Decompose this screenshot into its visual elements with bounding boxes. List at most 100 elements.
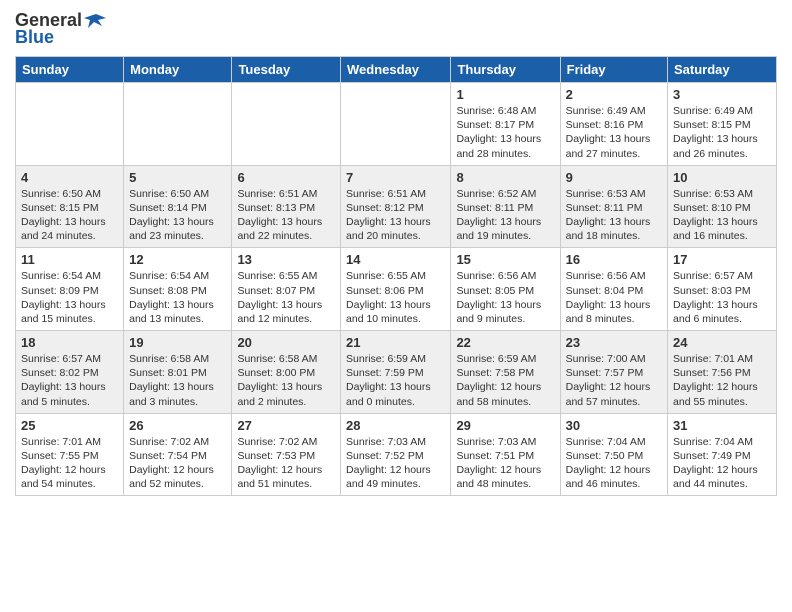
calendar-table: SundayMondayTuesdayWednesdayThursdayFrid… (15, 56, 777, 496)
calendar-cell: 15 Sunrise: 6:56 AM Sunset: 8:05 PM Dayli… (451, 248, 560, 331)
calendar-week-2: 4 Sunrise: 6:50 AM Sunset: 8:15 PM Daylig… (16, 165, 777, 248)
cell-info-text: Sunrise: 6:51 AM Sunset: 8:12 PM Dayligh… (346, 187, 445, 244)
cell-info-text: Sunrise: 7:01 AM Sunset: 7:55 PM Dayligh… (21, 435, 118, 492)
column-header-saturday: Saturday (668, 57, 777, 83)
cell-info-text: Sunrise: 7:03 AM Sunset: 7:51 PM Dayligh… (456, 435, 554, 492)
cell-day-number: 4 (21, 170, 118, 185)
cell-info-text: Sunrise: 7:03 AM Sunset: 7:52 PM Dayligh… (346, 435, 445, 492)
cell-info-text: Sunrise: 6:58 AM Sunset: 8:01 PM Dayligh… (129, 352, 226, 409)
cell-day-number: 3 (673, 87, 771, 102)
cell-info-text: Sunrise: 6:57 AM Sunset: 8:03 PM Dayligh… (673, 269, 771, 326)
cell-day-number: 24 (673, 335, 771, 350)
cell-info-text: Sunrise: 7:02 AM Sunset: 7:53 PM Dayligh… (237, 435, 335, 492)
cell-day-number: 25 (21, 418, 118, 433)
logo: General Blue (15, 10, 106, 48)
cell-info-text: Sunrise: 7:02 AM Sunset: 7:54 PM Dayligh… (129, 435, 226, 492)
calendar-cell: 19 Sunrise: 6:58 AM Sunset: 8:01 PM Dayli… (124, 331, 232, 414)
calendar-cell: 23 Sunrise: 7:00 AM Sunset: 7:57 PM Dayli… (560, 331, 667, 414)
cell-info-text: Sunrise: 6:52 AM Sunset: 8:11 PM Dayligh… (456, 187, 554, 244)
cell-day-number: 2 (566, 87, 662, 102)
calendar-cell: 20 Sunrise: 6:58 AM Sunset: 8:00 PM Dayli… (232, 331, 341, 414)
calendar-cell (232, 83, 341, 166)
cell-info-text: Sunrise: 6:50 AM Sunset: 8:15 PM Dayligh… (21, 187, 118, 244)
cell-info-text: Sunrise: 6:49 AM Sunset: 8:16 PM Dayligh… (566, 104, 662, 161)
calendar-header: SundayMondayTuesdayWednesdayThursdayFrid… (16, 57, 777, 83)
calendar-week-5: 25 Sunrise: 7:01 AM Sunset: 7:55 PM Dayli… (16, 413, 777, 496)
cell-day-number: 26 (129, 418, 226, 433)
calendar-cell: 14Sunrise: 6:55 AM Sunset: 8:06 PM Dayli… (341, 248, 451, 331)
cell-day-number: 9 (566, 170, 662, 185)
cell-info-text: Sunrise: 7:04 AM Sunset: 7:50 PM Dayligh… (566, 435, 662, 492)
column-header-sunday: Sunday (16, 57, 124, 83)
calendar-cell: 7 Sunrise: 6:51 AM Sunset: 8:12 PM Daylig… (341, 165, 451, 248)
calendar-cell: 24 Sunrise: 7:01 AM Sunset: 7:56 PM Dayli… (668, 331, 777, 414)
calendar-cell (124, 83, 232, 166)
calendar-cell: 17 Sunrise: 6:57 AM Sunset: 8:03 PM Dayli… (668, 248, 777, 331)
cell-day-number: 13 (237, 252, 335, 267)
cell-info-text: Sunrise: 6:57 AM Sunset: 8:02 PM Dayligh… (21, 352, 118, 409)
calendar-cell: 6 Sunrise: 6:51 AM Sunset: 8:13 PM Daylig… (232, 165, 341, 248)
cell-info-text: Sunrise: 6:53 AM Sunset: 8:10 PM Dayligh… (673, 187, 771, 244)
cell-day-number: 16 (566, 252, 662, 267)
calendar-cell: 1Sunrise: 6:48 AM Sunset: 8:17 PM Daylig… (451, 83, 560, 166)
cell-day-number: 10 (673, 170, 771, 185)
calendar-cell: 29 Sunrise: 7:03 AM Sunset: 7:51 PM Dayli… (451, 413, 560, 496)
calendar-cell: 26 Sunrise: 7:02 AM Sunset: 7:54 PM Dayli… (124, 413, 232, 496)
cell-day-number: 17 (673, 252, 771, 267)
cell-info-text: Sunrise: 7:00 AM Sunset: 7:57 PM Dayligh… (566, 352, 662, 409)
cell-info-text: Sunrise: 6:54 AM Sunset: 8:08 PM Dayligh… (129, 269, 226, 326)
cell-day-number: 27 (237, 418, 335, 433)
cell-day-number: 18 (21, 335, 118, 350)
cell-day-number: 29 (456, 418, 554, 433)
column-header-wednesday: Wednesday (341, 57, 451, 83)
cell-info-text: Sunrise: 6:49 AM Sunset: 8:15 PM Dayligh… (673, 104, 771, 161)
calendar-cell: 13 Sunrise: 6:55 AM Sunset: 8:07 PM Dayli… (232, 248, 341, 331)
calendar-cell: 3 Sunrise: 6:49 AM Sunset: 8:15 PM Daylig… (668, 83, 777, 166)
calendar-cell: 4 Sunrise: 6:50 AM Sunset: 8:15 PM Daylig… (16, 165, 124, 248)
calendar-cell: 31 Sunrise: 7:04 AM Sunset: 7:49 PM Dayli… (668, 413, 777, 496)
cell-day-number: 12 (129, 252, 226, 267)
cell-day-number: 22 (456, 335, 554, 350)
cell-day-number: 19 (129, 335, 226, 350)
cell-day-number: 11 (21, 252, 118, 267)
cell-day-number: 15 (456, 252, 554, 267)
cell-info-text: Sunrise: 6:55 AM Sunset: 8:07 PM Dayligh… (237, 269, 335, 326)
cell-info-text: Sunrise: 7:01 AM Sunset: 7:56 PM Dayligh… (673, 352, 771, 409)
calendar-cell: 2 Sunrise: 6:49 AM Sunset: 8:16 PM Daylig… (560, 83, 667, 166)
calendar-week-1: 1Sunrise: 6:48 AM Sunset: 8:17 PM Daylig… (16, 83, 777, 166)
calendar-week-3: 11Sunrise: 6:54 AM Sunset: 8:09 PM Dayli… (16, 248, 777, 331)
calendar-cell (341, 83, 451, 166)
cell-info-text: Sunrise: 6:51 AM Sunset: 8:13 PM Dayligh… (237, 187, 335, 244)
cell-info-text: Sunrise: 6:53 AM Sunset: 8:11 PM Dayligh… (566, 187, 662, 244)
cell-day-number: 23 (566, 335, 662, 350)
cell-info-text: Sunrise: 6:50 AM Sunset: 8:14 PM Dayligh… (129, 187, 226, 244)
cell-day-number: 14 (346, 252, 445, 267)
calendar-cell: 9 Sunrise: 6:53 AM Sunset: 8:11 PM Daylig… (560, 165, 667, 248)
cell-day-number: 7 (346, 170, 445, 185)
cell-day-number: 21 (346, 335, 445, 350)
calendar-cell: 16Sunrise: 6:56 AM Sunset: 8:04 PM Dayli… (560, 248, 667, 331)
cell-day-number: 6 (237, 170, 335, 185)
cell-day-number: 20 (237, 335, 335, 350)
cell-info-text: Sunrise: 7:04 AM Sunset: 7:49 PM Dayligh… (673, 435, 771, 492)
cell-info-text: Sunrise: 6:59 AM Sunset: 7:59 PM Dayligh… (346, 352, 445, 409)
column-header-thursday: Thursday (451, 57, 560, 83)
logo-bird-icon (84, 12, 106, 30)
cell-day-number: 31 (673, 418, 771, 433)
calendar-cell: 30Sunrise: 7:04 AM Sunset: 7:50 PM Dayli… (560, 413, 667, 496)
cell-day-number: 28 (346, 418, 445, 433)
cell-info-text: Sunrise: 6:56 AM Sunset: 8:05 PM Dayligh… (456, 269, 554, 326)
column-header-tuesday: Tuesday (232, 57, 341, 83)
cell-info-text: Sunrise: 6:59 AM Sunset: 7:58 PM Dayligh… (456, 352, 554, 409)
logo-blue-text: Blue (15, 27, 54, 48)
calendar-cell: 27 Sunrise: 7:02 AM Sunset: 7:53 PM Dayli… (232, 413, 341, 496)
calendar-cell: 12 Sunrise: 6:54 AM Sunset: 8:08 PM Dayli… (124, 248, 232, 331)
cell-info-text: Sunrise: 6:58 AM Sunset: 8:00 PM Dayligh… (237, 352, 335, 409)
calendar-cell: 18 Sunrise: 6:57 AM Sunset: 8:02 PM Dayli… (16, 331, 124, 414)
calendar-cell: 28 Sunrise: 7:03 AM Sunset: 7:52 PM Dayli… (341, 413, 451, 496)
cell-day-number: 5 (129, 170, 226, 185)
calendar-cell: 25 Sunrise: 7:01 AM Sunset: 7:55 PM Dayli… (16, 413, 124, 496)
column-header-friday: Friday (560, 57, 667, 83)
column-header-monday: Monday (124, 57, 232, 83)
page-header: General Blue (15, 10, 777, 48)
